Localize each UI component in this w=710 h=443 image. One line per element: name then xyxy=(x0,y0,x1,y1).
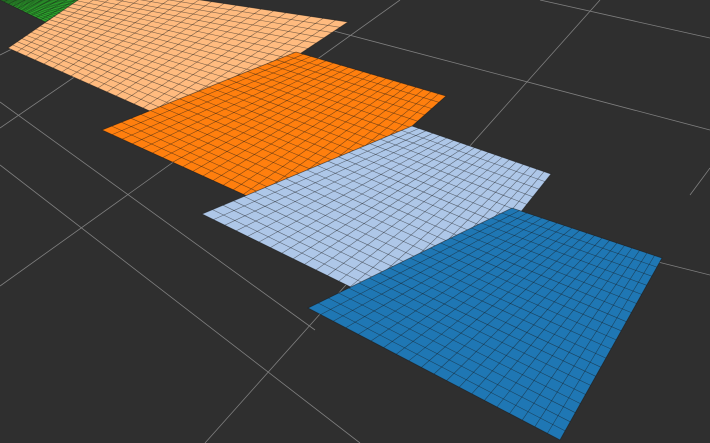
3d-viewport[interactable] xyxy=(0,0,710,443)
scene-canvas[interactable] xyxy=(0,0,710,443)
